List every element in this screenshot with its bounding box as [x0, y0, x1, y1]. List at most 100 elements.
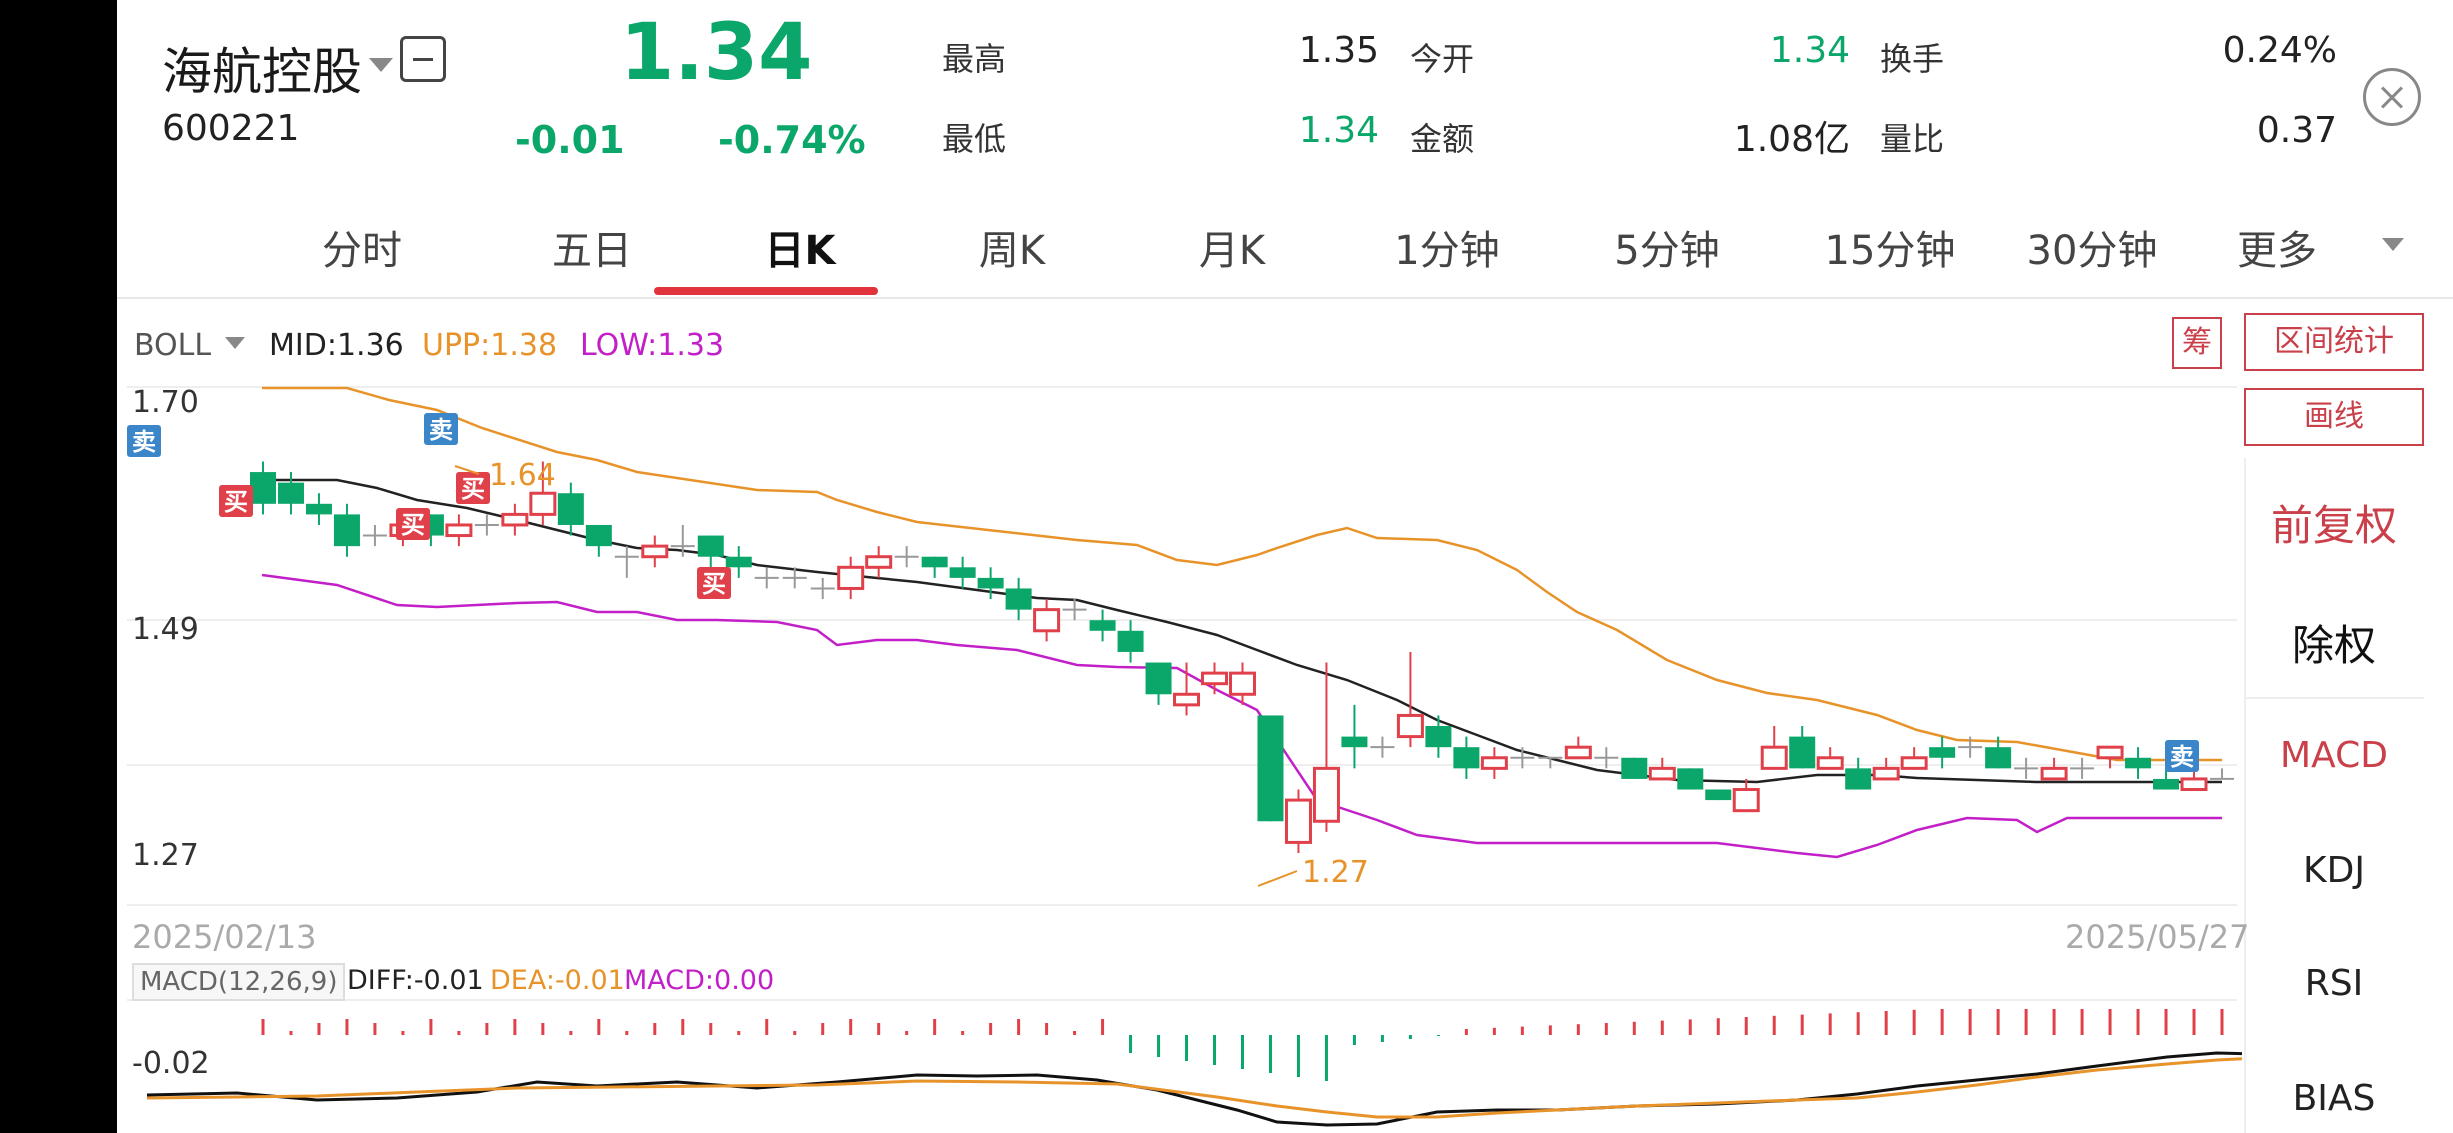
candle-body-down — [1005, 588, 1032, 610]
candle-body-up — [1284, 798, 1312, 844]
price-axis-bottom: 1.27 — [132, 838, 199, 873]
candle-body-down — [1705, 789, 1732, 801]
candle-body-up — [1173, 692, 1201, 707]
macd-bar — [317, 1023, 321, 1035]
candle-body-down — [557, 493, 584, 525]
svg-text:卖: 卖 — [2170, 743, 2194, 771]
candle-body-up — [641, 544, 669, 559]
macd-bar — [1492, 1027, 1496, 1035]
macd-bar — [1045, 1023, 1049, 1035]
macd-bar — [1912, 1009, 1916, 1035]
candle-body-up — [2096, 745, 2124, 760]
high-price-annotation: 1.64 — [489, 458, 556, 493]
macd-bar — [1996, 1009, 2000, 1035]
candle-body-up — [865, 555, 893, 569]
buy-signal-badge: 买 — [219, 485, 253, 517]
forward-adjust-option[interactable]: 前复权 — [2244, 492, 2424, 553]
macd-bar — [261, 1019, 265, 1035]
macd-bar — [1213, 1035, 1217, 1065]
candle-body-down — [277, 482, 304, 504]
candle-body-down — [1845, 768, 1872, 790]
macd-bar — [1185, 1035, 1189, 1061]
macd-bar — [513, 1019, 517, 1035]
macd-bar — [541, 1023, 545, 1035]
macd-bar — [681, 1019, 685, 1035]
right-panel-border — [2244, 458, 2246, 1133]
macd-bar — [1408, 1035, 1412, 1039]
boll-low-line — [261, 573, 2222, 859]
candle-body-down — [1425, 726, 1452, 748]
buy-signal-badge: 买 — [697, 567, 731, 599]
candle-body-up — [1872, 766, 1900, 781]
range-stats-button[interactable]: 区间统计 — [2244, 313, 2424, 371]
candle-body-up — [1900, 756, 1928, 770]
macd-bar — [1436, 1035, 1440, 1036]
macd-bar — [2192, 1009, 2196, 1035]
candle-body-down — [2125, 757, 2152, 769]
right-panel-divider — [2244, 697, 2424, 699]
svg-text:买: 买 — [461, 475, 485, 503]
macd-bar — [1716, 1018, 1720, 1035]
macd-bar — [289, 1031, 293, 1035]
candle-body-up — [2180, 777, 2208, 792]
macd-bar — [877, 1023, 881, 1035]
candle-body-up — [837, 565, 865, 590]
candle-body-down — [977, 577, 1004, 589]
macd-bar — [373, 1023, 377, 1035]
macd-bar — [1101, 1019, 1105, 1035]
candle-body-up — [1312, 766, 1340, 823]
price-axis-mid: 1.49 — [132, 612, 199, 647]
draw-line-button[interactable]: 画线 — [2244, 388, 2424, 446]
macd-bar — [1380, 1035, 1384, 1042]
stock-chart-app: 海航控股 600221 1.34 -0.01 -0.74% 最高 1.35 今开… — [117, 0, 2453, 1133]
svg-text:买: 买 — [401, 511, 425, 539]
macd-bar — [1940, 1009, 1944, 1035]
macd-bar — [1632, 1021, 1636, 1035]
macd-bar — [2164, 1009, 2168, 1035]
macd-diff-value: DIFF:-0.01 — [347, 965, 484, 996]
macd-bar — [1660, 1020, 1664, 1035]
macd-dea-value: DEA:-0.01 — [490, 965, 625, 996]
candle-body-up — [1760, 745, 1788, 770]
macd-bar — [1688, 1019, 1692, 1035]
close-icon[interactable] — [2363, 68, 2421, 126]
indicator-bias[interactable]: BIAS — [2244, 1078, 2424, 1119]
macd-bar — [1296, 1035, 1300, 1077]
candle-body-down — [1145, 662, 1172, 695]
candle-body-up — [501, 512, 529, 527]
candle-body-down — [1089, 620, 1116, 631]
macd-bar — [597, 1019, 601, 1035]
macd-bar — [2220, 1009, 2224, 1035]
macd-bar — [1800, 1014, 1804, 1035]
macd-bar — [401, 1031, 405, 1035]
ex-rights-option[interactable]: 除权 — [2244, 612, 2424, 673]
indicator-macd[interactable]: MACD — [2244, 735, 2424, 776]
indicator-kdj[interactable]: KDJ — [2244, 850, 2424, 891]
macd-bar — [1241, 1035, 1244, 1069]
indicator-rsi[interactable]: RSI — [2244, 963, 2424, 1004]
candle-body-down — [1117, 630, 1144, 652]
sell-signal-badge: 卖 — [2165, 740, 2199, 772]
macd-bar — [933, 1019, 937, 1035]
candle-body-down — [333, 514, 360, 547]
candle-body-down — [1257, 715, 1284, 822]
macd-bar — [905, 1031, 909, 1035]
candle-body-down — [585, 524, 612, 547]
candle-body-up — [2040, 766, 2068, 781]
macd-indicator-name[interactable]: MACD(12,26,9) — [132, 963, 346, 1001]
macd-bar — [485, 1023, 489, 1035]
svg-text:买: 买 — [702, 570, 726, 598]
macd-bar — [1157, 1035, 1161, 1057]
more-dropdown-icon[interactable] — [2382, 238, 2404, 251]
candle-body-up — [445, 523, 473, 538]
macd-bar — [1828, 1013, 1832, 1035]
start-date: 2025/02/13 — [132, 918, 317, 956]
candle-body-up — [1732, 788, 1760, 813]
buy-signal-badge: 买 — [396, 508, 430, 540]
candle-body-up — [1480, 756, 1508, 770]
buy-signal-badge: 买 — [456, 472, 490, 504]
candle-body-up — [1648, 766, 1676, 781]
macd-bar — [2108, 1009, 2112, 1035]
macd-bar — [1548, 1025, 1552, 1035]
kline-chart[interactable]: 卖卖买买买买卖 1.64 1.27 — [117, 0, 2242, 1133]
